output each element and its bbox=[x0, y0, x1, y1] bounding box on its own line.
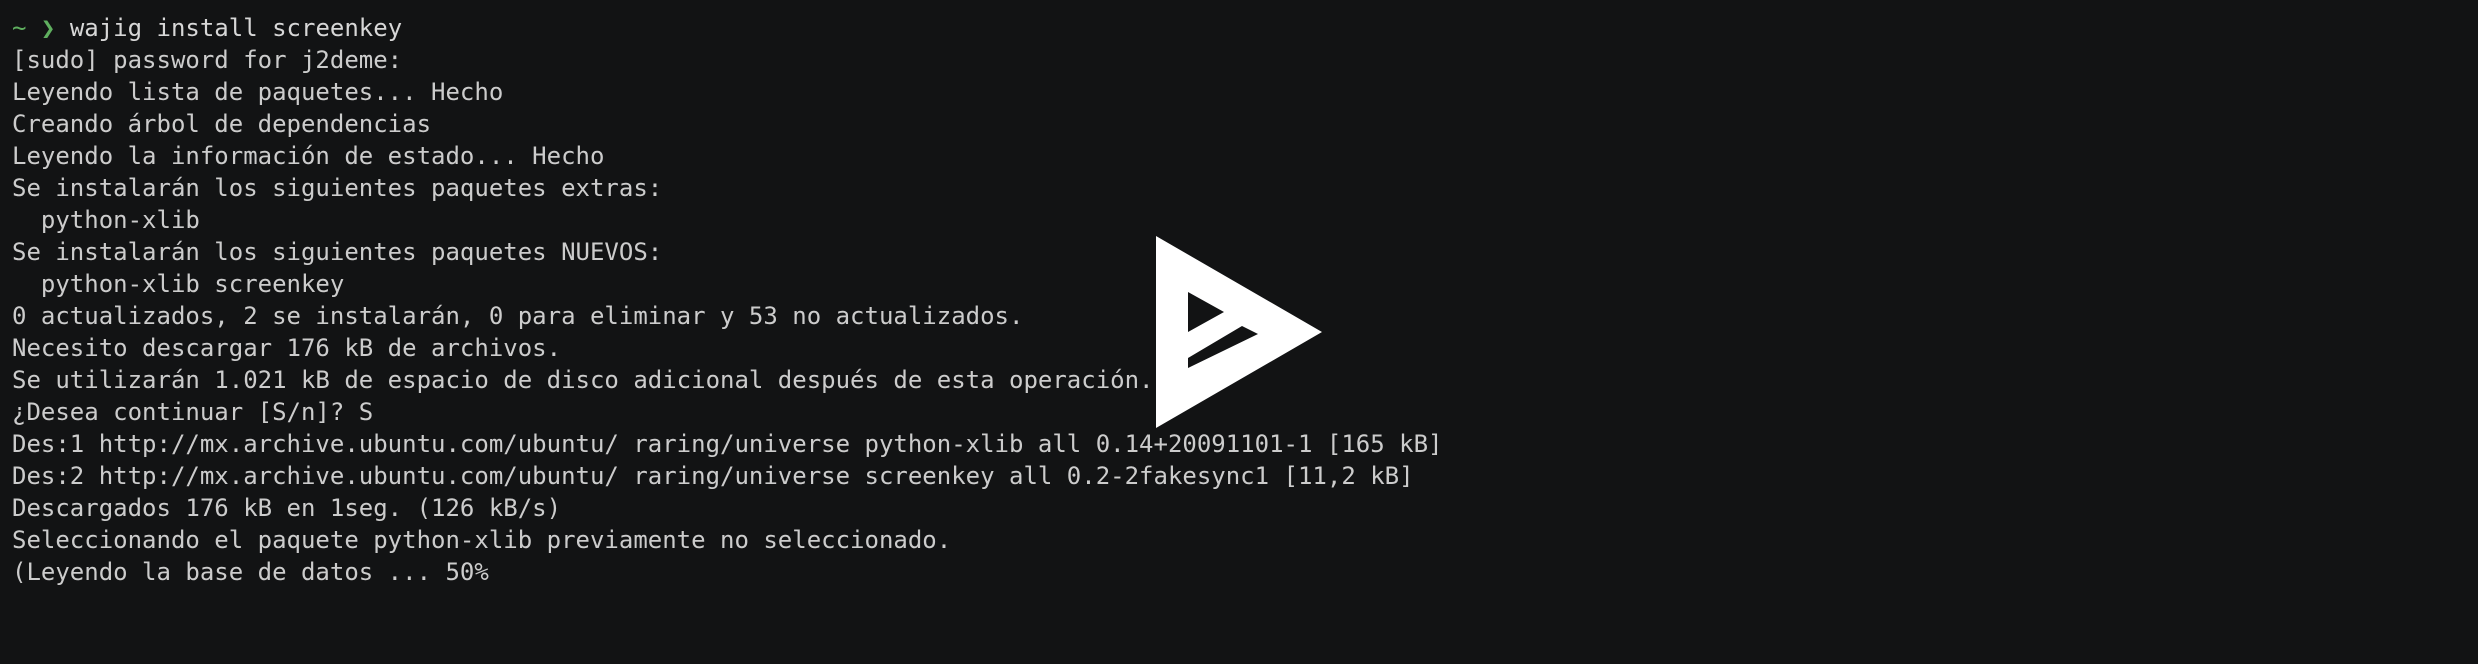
prompt-arrow: ❯ bbox=[40, 14, 56, 42]
output-line: Seleccionando el paquete python-xlib pre… bbox=[12, 526, 952, 554]
output-line: Leyendo lista de paquetes... Hecho bbox=[12, 78, 504, 106]
output-line: Descargados 176 kB en 1seg. (126 kB/s) bbox=[12, 494, 562, 522]
output-line: Leyendo la información de estado... Hech… bbox=[12, 142, 605, 170]
output-line: python-xlib bbox=[12, 206, 200, 234]
output-line: (Leyendo la base de datos ... 50% bbox=[12, 558, 489, 586]
output-line: Se instalarán los siguientes paquetes ex… bbox=[12, 174, 663, 202]
prompt-tilde: ~ bbox=[12, 14, 27, 42]
output-line: Des:1 http://mx.archive.ubuntu.com/ubunt… bbox=[12, 430, 1443, 458]
output-line: Des:2 http://mx.archive.ubuntu.com/ubunt… bbox=[12, 462, 1414, 490]
output-line: [sudo] password for j2deme: bbox=[12, 46, 403, 74]
prompt-line: ~ ❯ wajig install screenkey bbox=[12, 12, 2452, 44]
command-text: wajig install screenkey bbox=[69, 14, 403, 42]
output-line: Creando árbol de dependencias bbox=[12, 110, 432, 138]
asciinema-play-icon bbox=[1156, 236, 1322, 428]
play-button[interactable] bbox=[1156, 236, 1322, 428]
